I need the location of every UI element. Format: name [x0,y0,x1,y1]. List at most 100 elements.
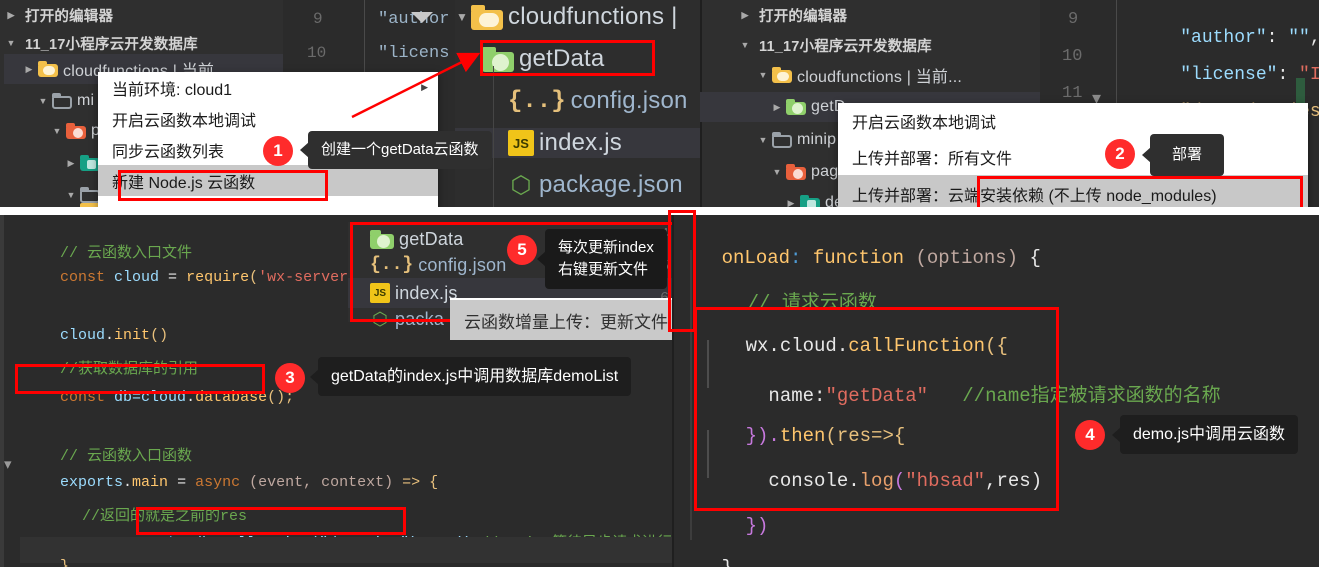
identifier: cloud [141,389,187,406]
chevron-down-icon: ▼ [66,190,76,200]
sidebar-item-cloudfunctions-right[interactable]: ▼ cloudfunctions | 当前... [738,60,962,90]
nodejs-file-icon: ⬡ [372,308,388,329]
chevron-down-icon: ▼ [456,10,468,24]
chevron-down-icon: ▼ [6,38,16,48]
folder-cloudfunction-icon [482,46,514,72]
mid-tree-configjson[interactable]: {..} config.json [508,86,688,116]
menu-item-upload-all[interactable]: 上传并部署：所有文件 [838,139,1308,175]
indent-guide [707,340,709,388]
code-line: "licens [378,44,450,63]
indent-guide [690,250,692,540]
mid-tree-getdata[interactable]: getData [482,44,604,74]
string-literal: "hbsad" [905,470,986,492]
screenshot-root: ▶ 打开的编辑器 ▼ 11_17小程序云开发数据库 ▶ cloudfunctio… [0,0,1319,567]
js-file-icon: JS [370,283,390,303]
mid-tree-indexjs[interactable]: JS index.js [455,128,700,158]
chevron-right-icon: ▶ [421,82,428,92]
sidebar-item-open-editors-left[interactable]: ▶ 打开的编辑器 [4,0,113,30]
chevron-right-icon: ▶ [741,9,749,20]
code-line-close-onload: }, [676,535,745,567]
chevron-down-icon: ▼ [740,40,750,50]
sidebar-item-pages-right[interactable]: ▼ page [738,157,847,187]
chevron-right-icon: ▶ [67,157,75,168]
mid-bottom-configjson[interactable]: {..} config.json [370,250,506,280]
folder-cloud-icon [38,61,58,77]
folder-cloud-icon [772,67,792,83]
tooltip-incremental-upload: 云函数增量上传：更新文件 [450,298,682,340]
callout-1: 创建一个getData云函数 [308,131,492,169]
sidebar-item-label: mi [77,92,95,109]
menu-item-label: 上传并部署：云端安装依赖 (不上传 node_modules) [852,188,1217,205]
menu-item-current-env[interactable]: 当前环境: cloud1 ▶ [98,72,438,103]
chevron-right-icon: ▶ [7,9,15,20]
braces-icon: {..} [508,87,566,115]
sidebar-item-open-editors-right[interactable]: ▶ 打开的编辑器 [738,0,847,30]
sidebar-item-label: 11_17小程序云开发数据库 [25,36,198,53]
chevron-right-icon: ▶ [773,101,781,112]
line-number: 10 [307,44,327,62]
folder-cloudfunction-icon [786,99,806,115]
folder-cloudfunction-icon [370,229,394,249]
step-badge-1: 1 [263,136,293,166]
sidebar-item-demo-left[interactable]: ▶ [4,148,100,178]
panel-divider [672,215,674,567]
braces-icon: {..} [370,255,414,275]
js-file-icon: JS [508,130,534,156]
brace: } [60,558,70,567]
right-context-menu[interactable]: 开启云函数本地调试 上传并部署：所有文件 上传并部署：云端安装依赖 (不上传 n… [838,103,1308,213]
comment-text: //name指定被请求函数的名称 [928,385,1221,407]
arguments: ,res) [985,470,1043,492]
tree-label: packa [395,308,445,329]
line-number: 9 [313,10,323,28]
chevron-down-icon: ▼ [52,126,62,136]
paren: ({ [985,335,1008,357]
sidebar-item-miniprogram-left[interactable]: ▼ mi [4,86,94,116]
nodejs-file-icon: ⬡ [510,171,532,199]
object-path: console. [745,470,860,492]
folder-demo-icon [80,155,100,171]
function-name: require [186,269,250,286]
chevron-down-icon[interactable] [411,12,433,23]
sidebar-item-miniprogram-right[interactable]: ▼ minip [738,125,836,155]
chevron-down-icon: ▼ [758,135,768,145]
line-number: 11 [1062,84,1083,103]
keyword: const [60,269,106,286]
menu-item-label: 开启云函数本地调试 [112,112,257,130]
line-number: 10 [1062,47,1083,66]
menu-item-local-debug-right[interactable]: 开启云函数本地调试 [838,103,1308,139]
sidebar-item-project-right[interactable]: ▼ 11_17小程序云开发数据库 [738,30,932,60]
mid-tree-packagejson[interactable]: ⬡ package.json [508,170,683,200]
callout-4: demo.js中调用云函数 [1120,415,1299,455]
tree-label: getData [399,228,464,249]
mid-bottom-packagejson[interactable]: ⬡ packa [370,304,444,334]
callout-5-line1: 每次更新index [558,239,654,256]
mid-tree-label: cloudfunctions | [508,3,678,30]
fold-chevron-down-icon[interactable]: ▾ [4,455,12,473]
indent-guide [707,430,709,478]
chevron-right-icon: ▶ [25,63,33,74]
sidebar-item-pages-left[interactable]: ▼ p [4,116,100,146]
folder-cloud-icon [471,4,503,30]
tree-label: config.json [418,254,507,275]
tree-label: index.js [395,282,458,303]
mid-tree-cloudfunctions[interactable]: ▼ cloudfunctions | [455,2,678,32]
keyword: const [60,389,106,406]
menu-item-new-node-function[interactable]: 新建 Node.js 云函数 [98,165,438,196]
menu-item-local-debug[interactable]: 开启云函数本地调试 [98,103,438,134]
menu-item-label: 同步云函数列表 [112,143,225,161]
brace: }). [745,425,780,447]
sidebar-item-label: 11_17小程序云开发数据库 [759,38,932,55]
cursor-block [1296,78,1305,106]
folder-pages-icon [786,164,806,180]
comment-text: // 请求云函数 [747,292,877,314]
menu-item-label: 当前环境: cloud1 [112,81,233,99]
sidebar-item-label: minip [797,131,837,148]
brace: }, [722,557,745,567]
menu-item-label: 新建 Node.js 云函数 [112,174,256,192]
sidebar-item-label: 打开的编辑器 [25,8,114,25]
current-line-highlight [20,537,672,563]
tooltip-text: 云函数增量上传：更新文件 [464,312,668,332]
sidebar-item-label: cloudfunctions | 当前... [797,69,963,86]
callout-2: 部署 [1150,134,1225,176]
brace: { [429,474,439,491]
